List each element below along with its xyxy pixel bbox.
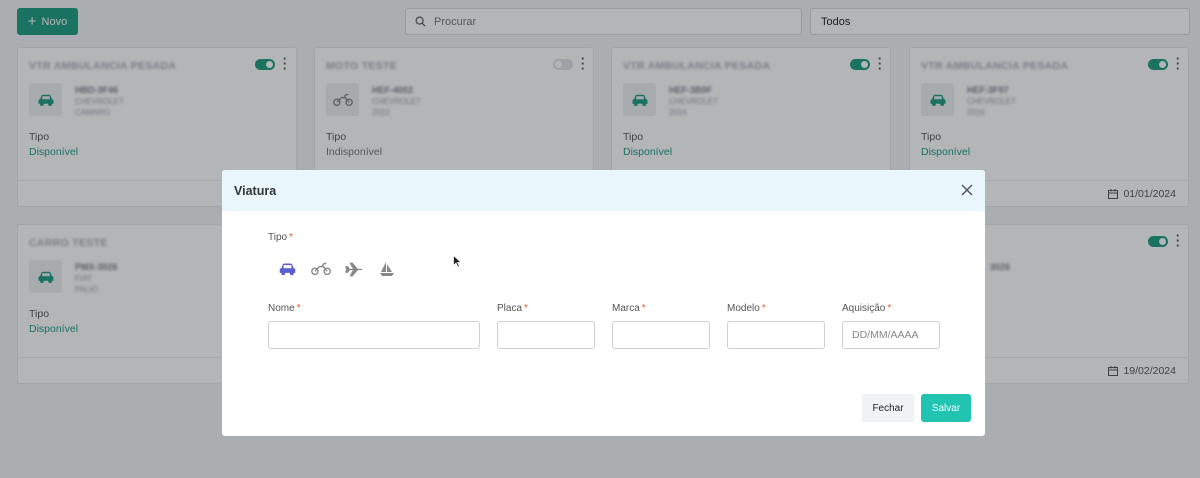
type-field-label: Tipo * xyxy=(268,232,293,243)
vehicle-type-selector xyxy=(276,258,398,280)
type-option-car[interactable] xyxy=(276,258,299,280)
mouse-cursor-icon xyxy=(453,255,462,268)
boat-icon xyxy=(379,262,394,276)
acquisition-field-label: Aquisição * xyxy=(842,303,892,314)
type-option-plane[interactable] xyxy=(342,258,365,280)
model-input[interactable] xyxy=(727,321,825,349)
modal-title: Viatura xyxy=(234,183,277,198)
plate-field-label: Placa * xyxy=(497,303,528,314)
name-field-label: Nome * xyxy=(268,303,301,314)
close-icon[interactable] xyxy=(960,183,974,197)
motorcycle-icon xyxy=(310,262,331,276)
vehicle-modal: Viatura Tipo * Nome * Placa * Marca * Modelo… xyxy=(222,170,985,436)
model-field-label: Modelo * xyxy=(727,303,766,314)
brand-field-label: Marca * xyxy=(612,303,646,314)
acquisition-date-input[interactable] xyxy=(842,321,940,349)
name-input[interactable] xyxy=(268,321,480,349)
brand-input[interactable] xyxy=(612,321,710,349)
close-button[interactable]: Fechar xyxy=(862,394,914,422)
type-option-boat[interactable] xyxy=(375,258,398,280)
save-button[interactable]: Salvar xyxy=(921,394,971,422)
plate-input[interactable] xyxy=(497,321,595,349)
modal-header: Viatura xyxy=(222,170,985,211)
car-icon xyxy=(279,263,296,276)
plane-icon xyxy=(344,262,362,276)
type-option-motorcycle[interactable] xyxy=(309,258,332,280)
